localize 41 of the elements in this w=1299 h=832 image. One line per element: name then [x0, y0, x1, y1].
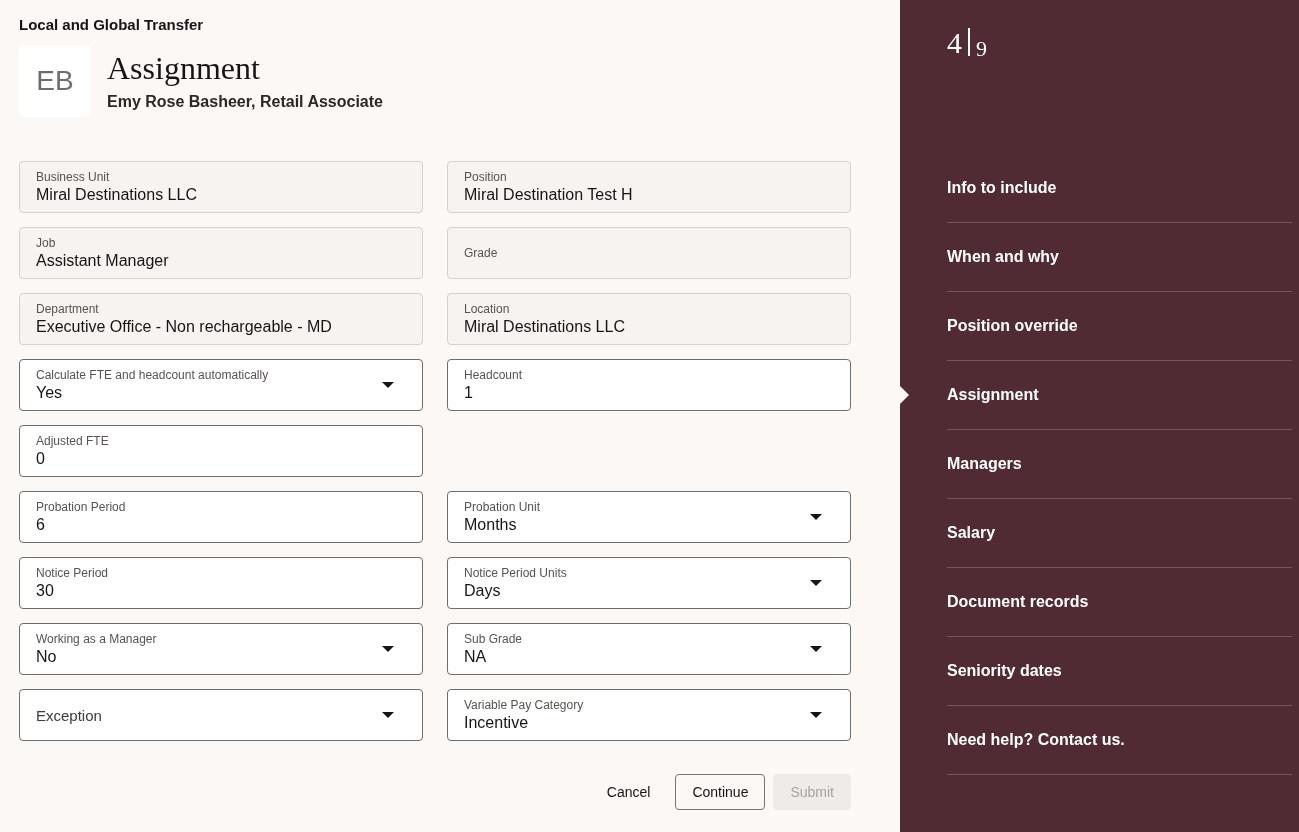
step-link[interactable]: Salary: [947, 523, 996, 543]
step-link[interactable]: Need help? Contact us.: [947, 730, 1125, 750]
input-field: Department Executive Office - Non rechargeable - MD: [19, 293, 423, 345]
caret-icon: [382, 712, 394, 718]
select-field[interactable]: Sub Grade NA: [447, 623, 851, 675]
step-link[interactable]: Seniority dates: [947, 661, 1062, 681]
caret-icon: [382, 382, 394, 388]
avatar-initials: EB: [19, 45, 91, 117]
select-field[interactable]: Probation Unit Months: [447, 491, 851, 543]
step-link[interactable]: Managers: [947, 454, 1022, 474]
input-field: Business Unit Miral Destinations LLC: [19, 161, 423, 213]
select-field[interactable]: Working as a Manager No: [19, 623, 423, 675]
caret-icon: [810, 514, 822, 520]
current-step-number: 4: [947, 28, 962, 58]
select-field[interactable]: Notice Period Units Days: [447, 557, 851, 609]
step-link[interactable]: Position override: [947, 316, 1078, 336]
input-field[interactable]: Headcount 1: [447, 359, 851, 411]
page-title: Assignment: [107, 51, 261, 87]
input-field: Grade: [447, 227, 851, 279]
input-field: Position Miral Destination Test H: [447, 161, 851, 213]
action-button[interactable]: Continue: [675, 774, 766, 810]
select-field[interactable]: Calculate FTE and headcount automatically Yes: [19, 359, 423, 411]
select-field[interactable]: Variable Pay Category Incentive: [447, 689, 851, 741]
input-field: Location Miral Destinations LLC: [447, 293, 851, 345]
input-field[interactable]: Probation Period 6: [19, 491, 423, 543]
flow-title: Local and Global Transfer: [19, 16, 205, 33]
caret-icon: [810, 646, 822, 652]
action-button[interactable]: Cancel: [589, 774, 668, 810]
caret-icon: [810, 712, 822, 718]
caret-icon: [382, 646, 394, 652]
total-steps-number: 9: [976, 36, 987, 62]
step-link[interactable]: Info to include: [947, 178, 1057, 198]
select-field[interactable]: Exception: [19, 689, 423, 741]
step-link[interactable]: Assignment: [947, 385, 1039, 405]
step-link[interactable]: When and why: [947, 247, 1059, 267]
input-field[interactable]: Adjusted FTE 0: [19, 425, 423, 477]
input-field: Job Assistant Manager: [19, 227, 423, 279]
caret-icon: [810, 580, 822, 586]
employee-subtitle: Emy Rose Basheer, Retail Associate: [107, 92, 383, 111]
input-field[interactable]: Notice Period 30: [19, 557, 423, 609]
step-link[interactable]: Document records: [947, 592, 1089, 612]
